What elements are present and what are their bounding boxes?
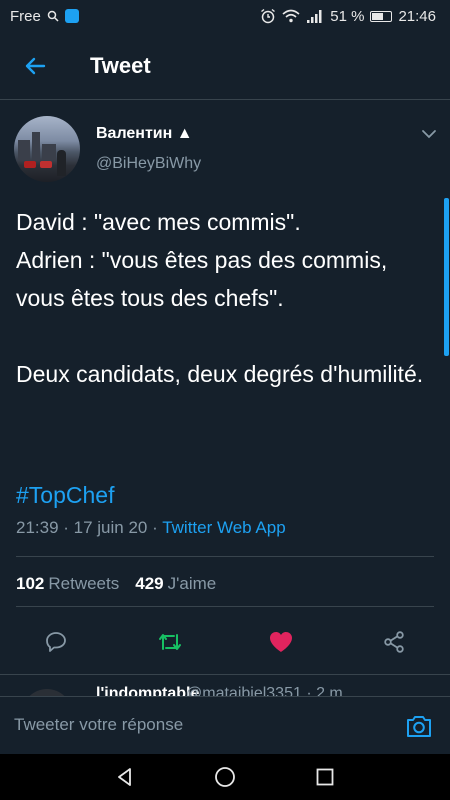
- system-back-button[interactable]: [110, 762, 140, 792]
- retweets-stat[interactable]: 102 Retweets: [16, 574, 119, 594]
- battery-percent: 51 %: [330, 7, 365, 25]
- like-button[interactable]: [261, 622, 301, 662]
- scrollbar-thumb[interactable]: [444, 198, 449, 356]
- reply-avatar: [22, 689, 72, 696]
- like-icon: [270, 632, 292, 652]
- home-circle-icon: [215, 767, 235, 787]
- retweets-label: Retweets: [48, 574, 120, 593]
- tweet-actions: [0, 622, 450, 662]
- clock: 21:46: [398, 7, 436, 25]
- share-icon: [384, 631, 404, 653]
- share-button[interactable]: [374, 622, 414, 662]
- page-title: Tweet: [90, 52, 151, 78]
- battery-icon: [370, 10, 393, 22]
- avatar-car: [40, 161, 52, 168]
- chevron-down-icon: [422, 130, 436, 139]
- avatar-car: [24, 161, 36, 168]
- tweet-meta: 21:39 · 17 juin 20 · Twitter Web App: [16, 518, 286, 538]
- carrier-label: Free: [10, 7, 41, 25]
- back-button[interactable]: [10, 41, 60, 91]
- system-home-button[interactable]: [210, 762, 240, 792]
- divider: [16, 606, 434, 607]
- arrow-left-icon: [25, 57, 46, 74]
- author-avatar[interactable]: [14, 116, 80, 182]
- tweet-stats: 102 Retweets 429 J'aime: [16, 574, 216, 594]
- signal-icon: [307, 10, 322, 23]
- system-recents-button[interactable]: [310, 762, 340, 792]
- hashtag-link[interactable]: #TopChef: [16, 476, 114, 514]
- recents-square-icon: [316, 768, 334, 786]
- retweet-icon: [159, 634, 181, 650]
- reply-button[interactable]: [36, 622, 76, 662]
- avatar-person: [57, 150, 66, 176]
- likes-stat[interactable]: 429 J'aime: [135, 574, 216, 594]
- status-bar: Free 51 % 21:46: [0, 0, 450, 32]
- reply-author-handle: @mataibiel3351 · 2 m: [186, 685, 343, 696]
- reply-compose-bar: [0, 696, 450, 754]
- avatar-building: [18, 140, 30, 160]
- alarm-icon: [261, 8, 276, 24]
- search-icon: [47, 10, 59, 22]
- app-bar: Tweet: [0, 32, 450, 100]
- reply-preview[interactable]: l'indomptable @mataibiel3351 · 2 m: [0, 674, 450, 696]
- status-bar-right: 51 % 21:46: [260, 8, 436, 25]
- retweets-count: 102: [16, 574, 45, 593]
- battery-level-fill: [372, 12, 383, 20]
- divider: [16, 556, 434, 557]
- avatar-building: [42, 144, 56, 160]
- reply-author-name: l'indomptable: [96, 685, 200, 696]
- camera-button[interactable]: [404, 712, 434, 740]
- tweet-text: David : "avec mes commis". Adrien : "vou…: [16, 209, 424, 387]
- likes-label: J'aime: [167, 574, 217, 593]
- tweet-source-link[interactable]: Twitter Web App: [162, 518, 285, 537]
- system-navigation-bar: [0, 754, 450, 800]
- camera-icon: [407, 716, 431, 737]
- reply-input[interactable]: [14, 705, 384, 745]
- reply-icon: [46, 632, 66, 652]
- shield-icon: [64, 9, 79, 23]
- author-handle[interactable]: @BiHeyBiWhy: [96, 155, 201, 173]
- author-display-name[interactable]: Валентин ▲: [96, 125, 193, 143]
- likes-count: 429: [135, 574, 164, 593]
- wifi-icon: [282, 9, 300, 23]
- tweet-timestamp: 21:39 · 17 juin 20 ·: [16, 518, 163, 537]
- tweet-options-button[interactable]: [414, 122, 444, 146]
- retweet-button[interactable]: [150, 622, 190, 662]
- back-triangle-icon: [118, 768, 131, 786]
- avatar-building: [32, 132, 40, 160]
- status-bar-left: Free: [10, 8, 79, 25]
